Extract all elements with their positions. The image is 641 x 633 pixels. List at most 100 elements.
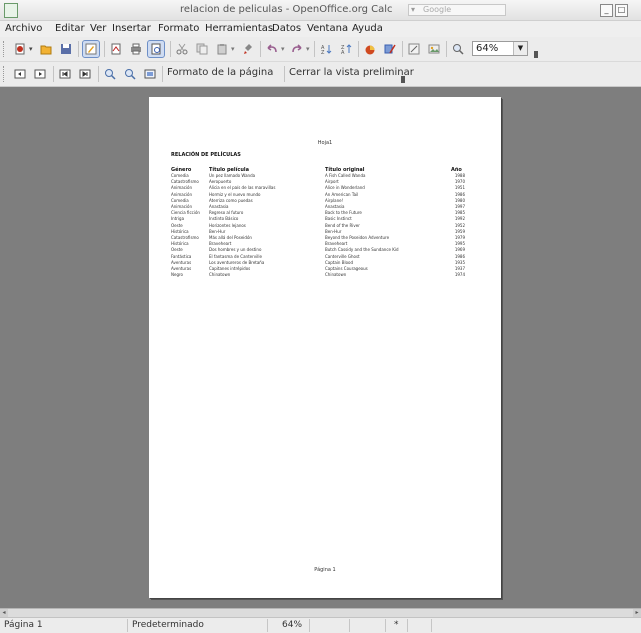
paintbrush-icon	[244, 44, 252, 54]
menu-formato[interactable]: Formato	[158, 23, 199, 34]
menu-editar[interactable]: Editar	[55, 23, 85, 34]
cut-button[interactable]	[174, 41, 190, 57]
cell-ano: 1951	[454, 185, 465, 191]
cell-genero: Catastrofismo	[171, 179, 199, 185]
menu-archivo[interactable]: Archivo	[5, 23, 42, 34]
status-page: Página 1	[0, 619, 128, 632]
search-placeholder: Google	[423, 5, 452, 14]
chevron-down-icon[interactable]: ▼	[513, 42, 527, 55]
zoom-button[interactable]	[450, 41, 466, 57]
toolbar-handle[interactable]	[3, 41, 7, 57]
folder-icon	[40, 45, 52, 55]
status-zoom[interactable]: 64%	[268, 619, 310, 632]
toolbar-overflow-icon[interactable]	[534, 51, 538, 58]
search-input[interactable]: ▾ Google	[408, 4, 506, 16]
cell-ano: 1979	[454, 235, 465, 240]
cell-titulo-original: Anastasia	[325, 204, 345, 209]
copy-icon	[196, 43, 208, 55]
menu-ventana[interactable]: Ventana	[307, 23, 348, 34]
menu-ver[interactable]: Ver	[90, 23, 106, 34]
table-row: Oeste Horizontes lejanos Bend of the River…	[149, 223, 501, 229]
status-insert-mode[interactable]	[310, 619, 350, 632]
zoom-select[interactable]: 64% ▼	[472, 41, 528, 56]
table-row: Comedia Un pez llamado Wanda A Fish Called…	[149, 173, 501, 179]
navigator-button[interactable]	[406, 41, 422, 57]
menu-insertar[interactable]: Insertar	[112, 23, 151, 34]
zoom-out-button[interactable]	[122, 66, 138, 82]
cell-genero: Animación	[171, 191, 193, 197]
new-dropdown-icon[interactable]: ▾	[29, 45, 33, 53]
gallery-button[interactable]	[426, 41, 442, 57]
clone-formatting-button[interactable]	[240, 41, 256, 57]
undo-dropdown-icon[interactable]: ▾	[281, 45, 285, 53]
floppy-icon	[61, 44, 71, 54]
cell-ano: 1935	[454, 259, 465, 265]
cell-ano: 1992	[454, 216, 465, 222]
cell-titulo: Alicia en el país de las maravillas	[209, 185, 276, 191]
cell-titulo: Anastasia	[209, 204, 229, 209]
toolbar-handle[interactable]	[3, 66, 7, 82]
menu-datos[interactable]: Datos	[272, 23, 301, 34]
last-page-button[interactable]	[77, 66, 93, 82]
search-engine-icon[interactable]: ▾	[411, 5, 415, 15]
cell-genero: Catastrofismo	[171, 235, 199, 240]
toolbar-overflow-icon[interactable]	[401, 76, 405, 83]
table-row: Catastrofismo Más allá del Poseidón Beyond…	[149, 235, 501, 241]
next-page-icon	[34, 69, 46, 79]
cell-ano: 1986	[454, 253, 465, 259]
cell-titulo-original: Braveheart	[325, 241, 348, 247]
cell-ano: 1997	[454, 204, 465, 209]
status-selection-mode[interactable]	[350, 619, 386, 632]
sheet-title: RELACIÓN DE PELÍCULAS	[171, 152, 241, 158]
table-row: Fantástica El fantasma de Canterville Cant…	[149, 254, 501, 260]
full-screen-button[interactable]	[142, 66, 158, 82]
page-preview-toolbar: Formato de la página Cerrar la vista pre…	[0, 62, 641, 87]
page-format-button[interactable]: Formato de la página	[167, 67, 273, 78]
insert-chart-button[interactable]	[362, 41, 378, 57]
status-digital-signature[interactable]	[408, 619, 432, 632]
redo-button[interactable]	[289, 41, 305, 57]
close-preview-button[interactable]: Cerrar la vista preliminar	[289, 67, 414, 78]
app-icon	[4, 3, 18, 18]
cell-titulo-original: Beyond the Poseidon Adventure	[325, 235, 390, 240]
status-page-style[interactable]: Predeterminado	[128, 619, 268, 632]
menu-herramientas[interactable]: Herramientas	[205, 23, 273, 34]
cell-ano: 1937	[454, 266, 465, 271]
paste-dropdown-icon[interactable]: ▾	[231, 45, 235, 53]
maximize-button[interactable]: □	[615, 4, 628, 17]
first-page-button[interactable]	[57, 66, 73, 82]
first-page-icon	[59, 69, 71, 79]
copy-button[interactable]	[194, 41, 210, 57]
export-pdf-button[interactable]	[108, 41, 124, 57]
cell-titulo: Aterriza como puedas	[209, 197, 253, 203]
next-page-button[interactable]	[32, 66, 48, 82]
show-draw-functions-button[interactable]	[382, 41, 398, 57]
scroll-right-icon[interactable]: ▸	[633, 609, 641, 617]
minimize-button[interactable]: _	[600, 4, 613, 17]
edit-file-button[interactable]	[82, 40, 100, 58]
page-preview-button[interactable]	[147, 40, 165, 58]
previous-page-button[interactable]	[12, 66, 28, 82]
toolbar-separator	[260, 41, 261, 57]
cell-titulo: Instinto Básico	[209, 216, 239, 222]
scroll-left-icon[interactable]: ◂	[0, 609, 8, 617]
save-button[interactable]	[58, 41, 74, 57]
print-button[interactable]	[128, 41, 144, 57]
open-button[interactable]	[38, 41, 54, 57]
chart-icon	[365, 45, 375, 55]
cell-ano: 1986	[454, 191, 465, 197]
undo-button[interactable]	[264, 41, 280, 57]
horizontal-scrollbar[interactable]: ◂ ▸	[0, 608, 641, 617]
cell-ano: 1952	[454, 222, 465, 228]
sort-ascending-button[interactable]: AZ	[318, 41, 334, 57]
zoom-in-button[interactable]	[102, 66, 118, 82]
preview-workspace: Hoja1 RELACIÓN DE PELÍCULAS Género Títul…	[0, 87, 641, 608]
redo-dropdown-icon[interactable]: ▾	[306, 45, 310, 53]
menu-ayuda[interactable]: Ayuda	[352, 23, 383, 34]
sort-descending-button[interactable]: ZA	[338, 41, 354, 57]
paste-button[interactable]	[214, 41, 230, 57]
table-row: Aventuras Los aventureros de Bretaña Capta…	[149, 260, 501, 266]
cell-titulo: Capitanes intrépidos	[209, 266, 251, 271]
new-document-button[interactable]	[12, 41, 28, 57]
cell-titulo-original: A Fish Called Wanda	[325, 173, 366, 178]
